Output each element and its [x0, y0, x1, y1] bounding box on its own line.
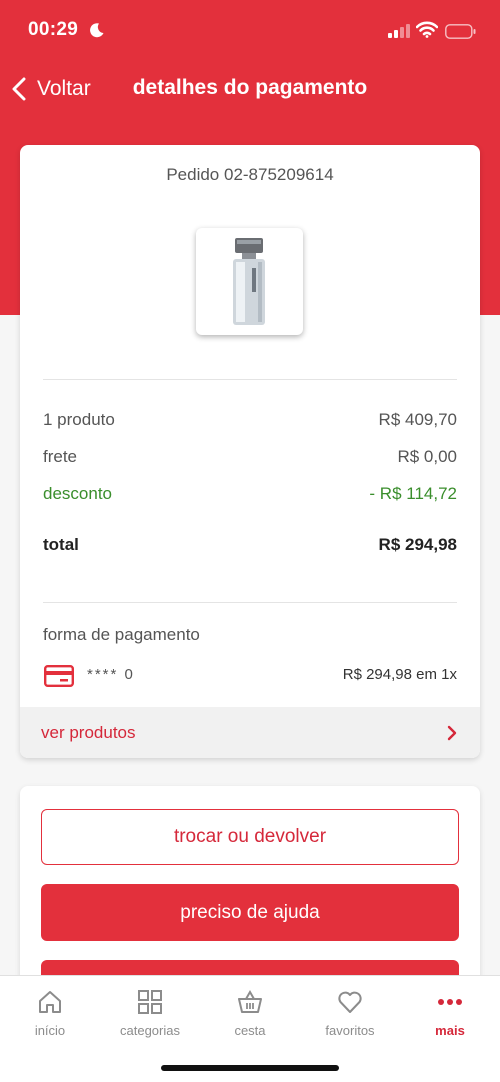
more-icon	[438, 999, 462, 1005]
payment-method-label: forma de pagamento	[43, 625, 200, 644]
tab-basket[interactable]: cesta	[200, 988, 300, 1038]
tab-home[interactable]: início	[0, 988, 100, 1038]
signal-icon	[388, 24, 410, 38]
summary-row-shipping: frete R$ 0,00	[43, 447, 457, 466]
status-time: 00:29	[28, 19, 79, 40]
summary-row-discount: desconto - R$ 114,72	[43, 484, 457, 503]
grid-icon	[138, 990, 162, 1014]
divider	[43, 379, 457, 380]
actions-card: trocar ou devolver preciso de ajuda	[20, 786, 480, 1017]
battery-icon	[445, 24, 476, 39]
home-indicator	[161, 1065, 339, 1071]
product-image[interactable]	[196, 228, 303, 335]
home-icon	[39, 991, 61, 1013]
basket-icon	[238, 989, 262, 1013]
wifi-icon	[416, 21, 438, 38]
credit-card-icon	[44, 665, 74, 687]
exchange-or-return-button[interactable]: trocar ou devolver	[41, 809, 459, 865]
heart-icon	[338, 991, 362, 1013]
payment-amount: R$ 294,98 em 1x	[342, 666, 457, 683]
order-id: Pedido 02-875209614	[166, 165, 334, 184]
summary-row-total: total R$ 294,98	[43, 535, 457, 554]
moon-icon	[90, 23, 104, 38]
summary-row-products: 1 produto R$ 409,70	[43, 410, 457, 429]
view-products-label: ver produtos	[41, 722, 136, 742]
status-bar: 00:29	[0, 0, 500, 62]
view-products-link[interactable]: ver produtos	[20, 707, 480, 758]
tab-favorites[interactable]: favoritos	[300, 988, 400, 1038]
tab-more[interactable]: mais	[400, 988, 500, 1038]
perfume-bottle-image	[233, 238, 265, 325]
page-title: detalhes do pagamento	[132, 76, 368, 99]
chevron-right-icon	[447, 725, 457, 740]
need-help-button[interactable]: preciso de ajuda	[41, 884, 459, 941]
divider	[43, 602, 457, 603]
payment-details-card: Pedido 02-875209614 1 produto R$ 409,70 …	[20, 145, 480, 758]
tab-categories[interactable]: categorias	[100, 988, 200, 1038]
card-number-masked: **** 0	[87, 666, 135, 683]
